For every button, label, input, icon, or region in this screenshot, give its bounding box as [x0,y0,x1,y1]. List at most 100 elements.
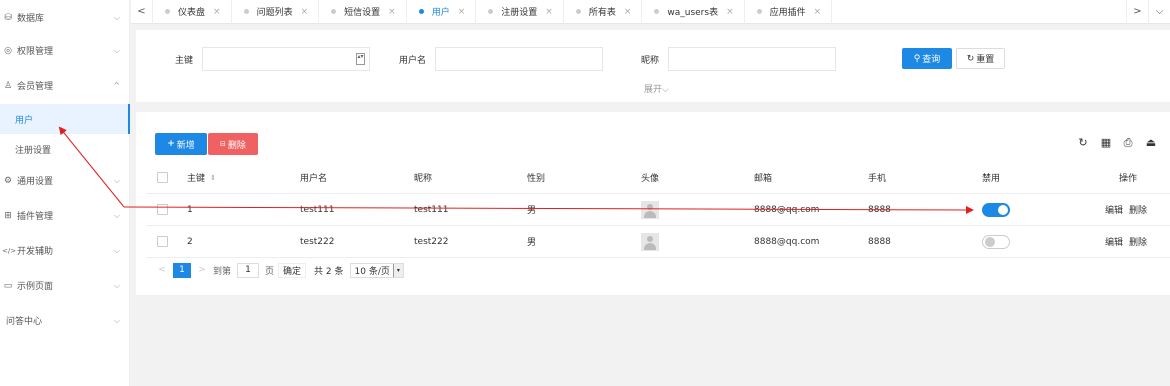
chevron-down-icon: ⌵ [113,12,120,22]
header-label: 头像 [641,174,660,184]
close-icon[interactable]: × [458,7,466,17]
cell-nickname: test111 [414,204,449,215]
expand-label: 展开 [644,85,663,95]
print-icon[interactable]: ⎙ [1121,136,1135,150]
total-count: 共 2 条 [314,266,344,277]
refresh-icon: ↻ [966,53,975,64]
sidebar-item-label: 插件管理 [17,212,54,222]
sidebar-item-members[interactable]: ♙ 会员管理 ^ [0,68,130,103]
nickname-input[interactable] [668,47,836,71]
search-panel: 主键 ▴▾ 用户名 昵称 ⚲ 查询 ↻ 重置 展开⌵ [136,30,1170,102]
pk-input[interactable]: ▴▾ [202,47,370,71]
row-checkbox[interactable] [157,204,168,215]
close-icon[interactable]: × [624,7,632,17]
sidebar-item-label: 数据库 [17,14,45,24]
delete-row-button[interactable]: 删除 [1129,203,1147,216]
header-label: 性别 [527,174,546,184]
sidebar: ⛁ 数据库 ⌵ ◎ 权限管理 ⌵ ♙ 会员管理 ^ 用户 注册设置 ⚙ 通用设置… [0,0,130,386]
columns-icon[interactable]: ▦ [1099,136,1113,150]
sidebar-item-database[interactable]: ⛁ 数据库 ⌵ [0,0,130,35]
query-button[interactable]: ⚲ 查询 [902,48,952,69]
header-label: 手机 [868,174,887,184]
sidebar-item-label: 开发辅助 [17,247,54,257]
chevron-down-icon: ⌵ [113,175,120,185]
tab-sms-settings[interactable]: 短信设置 × [319,0,407,24]
goto-page-input[interactable]: 1 [237,262,260,278]
sidebar-subitem-label: 注册设置 [15,145,52,156]
close-icon[interactable]: × [388,7,396,17]
sidebar-item-label: 通用设置 [17,177,54,187]
number-spinner-icon[interactable]: ▴▾ [356,53,365,65]
close-icon[interactable]: × [726,7,734,17]
sidebar-item-permissions[interactable]: ◎ 权限管理 ⌵ [0,33,130,68]
delete-button[interactable]: ⊟ 删除 [208,133,258,155]
edit-button[interactable]: 编辑 [1105,203,1123,216]
header-cell[interactable]: 主键 ⇕ [187,162,216,193]
goto-confirm-button[interactable]: 确定 [278,262,307,278]
avatar [641,200,659,219]
sidebar-item-dev-tools[interactable]: </> 开发辅助 ⌵ [0,233,130,268]
sidebar-subitem-register-settings[interactable]: 注册设置 [0,134,130,164]
close-icon[interactable]: × [545,7,553,17]
header-cell: 手机 [868,162,886,193]
page-number-current[interactable]: 1 [173,262,191,278]
tab-register-settings[interactable]: 注册设置 × [476,0,564,24]
cell-phone: 8888 [868,204,891,215]
expand-toggle[interactable]: 展开⌵ [644,82,669,95]
cell-nickname: test222 [414,236,449,247]
code-icon: </> [2,246,17,255]
tab-dot-icon [243,9,249,14]
tab-label: 所有表 [588,8,616,18]
delete-row-button[interactable]: 删除 [1129,235,1147,248]
next-page-button[interactable]: > [195,265,209,275]
select-all-checkbox[interactable] [157,162,168,193]
sidebar-item-general-settings[interactable]: ⚙ 通用设置 ⌵ [0,163,130,198]
add-button-label: 新增 [176,140,195,151]
page-unit-label: 页 [265,266,275,277]
disable-toggle[interactable] [982,234,1010,249]
close-icon[interactable]: × [301,7,309,17]
checkbox[interactable] [157,172,168,183]
tab-dot-icon [488,9,494,14]
sidebar-item-qa-center[interactable]: 问答中心 ⌵ [0,303,130,338]
disable-toggle[interactable] [982,202,1010,217]
tab-dot-icon [418,9,424,14]
tab-users[interactable]: 用户 × [407,0,477,24]
tab-scroll-left-button[interactable]: < [131,0,153,24]
username-input[interactable] [435,47,603,71]
prev-page-button[interactable]: < [155,265,169,275]
cell-email: 8888@qq.com [754,204,820,215]
data-table: 主键 ⇕ 用户名 昵称 性别 头像 邮箱 手机 禁用 操作 1 test111 t… [146,162,1170,258]
nickname-label: 昵称 [641,56,660,66]
tab-app-plugins[interactable]: 应用插件 × [745,0,833,24]
close-icon[interactable]: × [213,7,221,17]
tab-more-button[interactable]: ⌵ [1148,0,1170,24]
cell-id: 1 [187,204,193,215]
reset-button[interactable]: ↻ 重置 [956,48,1005,69]
export-icon[interactable]: ⏏ [1144,136,1158,150]
shield-icon: ◎ [4,45,12,56]
user-icon: ♙ [3,80,13,91]
cell-email: 8888@qq.com [754,236,820,247]
refresh-icon[interactable]: ↻ [1076,136,1090,150]
cell-username: test111 [300,204,335,215]
edit-button[interactable]: 编辑 [1105,235,1123,248]
sidebar-item-examples[interactable]: ▭ 示例页面 ⌵ [0,268,130,303]
close-icon[interactable]: × [814,7,822,17]
sidebar-subitem-users[interactable]: 用户 [0,104,130,134]
gear-icon: ⚙ [3,175,13,186]
row-checkbox[interactable] [157,236,168,247]
sort-icon[interactable]: ⇕ [210,174,216,182]
sidebar-item-plugins[interactable]: ⊞ 插件管理 ⌵ [0,198,130,233]
page-size-select[interactable]: 10 条/页 ▾ [349,262,404,278]
add-button[interactable]: + 新增 [155,133,207,155]
tab-wa-users-table[interactable]: wa_users表 × [642,0,745,24]
table-panel: + 新增 ⊟ 删除 ↻ ▦ ⎙ ⏏ 主键 ⇕ 用户名 昵称 性别 头像 邮箱 手机… [136,112,1170,295]
header-label: 用户名 [300,174,328,184]
reset-button-label: 重置 [976,55,995,65]
search-icon: ⚲ [913,53,921,64]
tab-scroll-right-button[interactable]: > [1126,0,1148,24]
tab-all-tables[interactable]: 所有表 × [564,0,643,24]
tab-issues[interactable]: 问题列表 × [232,0,320,24]
tab-dashboard[interactable]: 仪表盘 × [153,0,232,24]
